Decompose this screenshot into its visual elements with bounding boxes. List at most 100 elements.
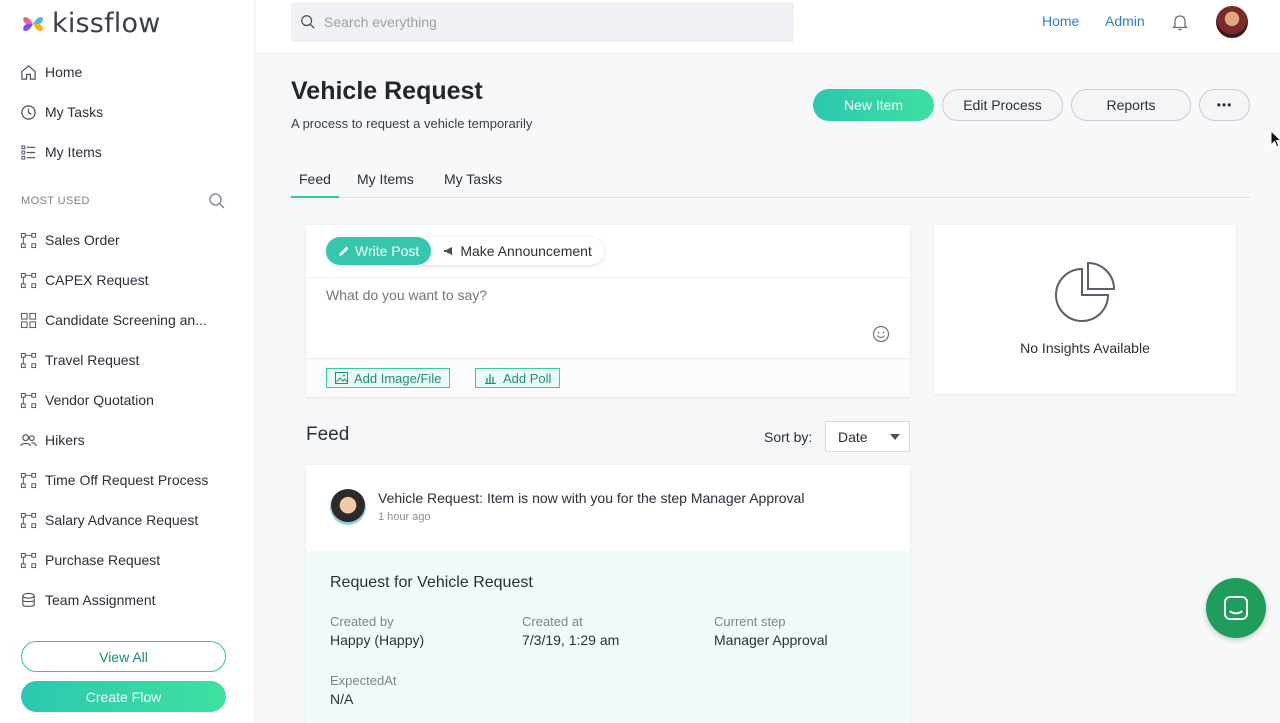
pie-chart-icon	[1055, 261, 1116, 322]
search-icon	[301, 15, 315, 29]
expected-at-label: ExpectedAt	[330, 673, 397, 688]
chat-icon	[1224, 596, 1248, 620]
process-icon	[20, 392, 37, 408]
created-by-value: Happy (Happy)	[330, 632, 425, 648]
expected-at-value: N/A	[330, 691, 354, 707]
mouse-cursor-icon	[1270, 130, 1280, 148]
sidebar-item-vendor-quotation[interactable]: Vendor Quotation	[20, 389, 154, 411]
sidebar-item-label: Travel Request	[45, 352, 140, 368]
sidebar-item-team-assignment[interactable]: Team Assignment	[20, 589, 156, 611]
sidebar-item-candidate-screening[interactable]: Candidate Screening an...	[20, 309, 207, 331]
search-icon[interactable]	[208, 192, 226, 210]
add-poll-label: Add Poll	[503, 370, 552, 386]
feed-item[interactable]: Vehicle Request: Item is now with you fo…	[306, 465, 910, 723]
post-type-toggle: Write Post Make Announcement	[326, 237, 604, 265]
page-subtitle: A process to request a vehicle temporari…	[291, 116, 533, 131]
detail-title: Request for Vehicle Request	[330, 574, 533, 591]
new-item-button[interactable]: New Item	[813, 89, 934, 121]
feed-message[interactable]: Vehicle Request: Item is now with you fo…	[378, 490, 804, 506]
sidebar-item-label: Sales Order	[45, 232, 120, 248]
sidebar-item-label: Team Assignment	[45, 592, 156, 608]
sidebar-item-label: Home	[45, 64, 83, 80]
sidebar: kissflow Home My Tasks My Items MOST USE…	[0, 0, 255, 723]
sidebar-item-capex-request[interactable]: CAPEX Request	[20, 269, 149, 291]
tab-my-items[interactable]: My Items	[357, 171, 414, 198]
created-at-value: 7/3/19, 1:29 am	[522, 632, 620, 648]
feed-heading: Feed	[306, 424, 350, 445]
process-icon	[20, 512, 37, 528]
sidebar-item-label: My Items	[45, 144, 102, 160]
process-icon	[20, 352, 37, 368]
current-step-value: Manager Approval	[714, 632, 828, 648]
process-tabs: Feed My Items My Tasks	[291, 168, 1250, 198]
tab-my-tasks[interactable]: My Tasks	[444, 171, 502, 198]
sidebar-item-travel-request[interactable]: Travel Request	[20, 349, 139, 371]
process-icon	[20, 232, 37, 248]
current-step-label: Current step	[714, 614, 786, 629]
bell-icon[interactable]	[1170, 12, 1190, 32]
chat-launcher-button[interactable]	[1206, 578, 1266, 638]
created-at-label: Created at	[522, 614, 583, 629]
megaphone-icon	[444, 247, 453, 255]
sidebar-item-hikers[interactable]: Hikers	[20, 429, 85, 451]
add-poll-button[interactable]: Add Poll	[475, 368, 561, 388]
grid-icon	[20, 312, 37, 328]
top-link-admin[interactable]: Admin	[1105, 13, 1145, 29]
process-icon	[20, 272, 37, 288]
sidebar-item-label: Candidate Screening an...	[45, 312, 207, 328]
sidebar-item-home[interactable]: Home	[20, 61, 82, 83]
process-icon	[20, 472, 37, 488]
image-icon	[335, 372, 348, 384]
reports-button[interactable]: Reports	[1071, 89, 1191, 121]
emoji-icon[interactable]	[872, 325, 890, 343]
write-post-label: Write Post	[355, 243, 420, 259]
sidebar-item-label: Time Off Request Process	[45, 472, 209, 488]
post-text-input[interactable]	[326, 287, 866, 303]
tab-feed[interactable]: Feed	[291, 171, 339, 198]
add-image-file-button[interactable]: Add Image/File	[326, 368, 451, 388]
sidebar-item-label: CAPEX Request	[45, 272, 149, 288]
sidebar-item-label: Hikers	[45, 432, 85, 448]
list-icon	[21, 144, 36, 160]
top-bar: Home Admin	[256, 0, 1280, 52]
kissflow-logo[interactable]: kissflow	[20, 8, 160, 39]
sort-dropdown[interactable]: Date	[825, 421, 910, 452]
sidebar-item-salary-advance[interactable]: Salary Advance Request	[20, 509, 198, 531]
user-avatar[interactable]	[1214, 4, 1250, 40]
avatar[interactable]	[330, 489, 366, 525]
edit-process-button[interactable]: Edit Process	[942, 89, 1063, 121]
sidebar-item-purchase-request[interactable]: Purchase Request	[20, 549, 160, 571]
chevron-down-icon	[890, 434, 900, 440]
top-link-home[interactable]: Home	[1042, 13, 1079, 29]
bar-chart-icon	[485, 374, 496, 384]
sort-by-label: Sort by:	[764, 429, 813, 445]
home-icon	[21, 64, 36, 80]
global-search[interactable]	[291, 2, 794, 42]
sidebar-item-label: Salary Advance Request	[45, 512, 199, 528]
divider	[306, 277, 910, 278]
created-by-label: Created by	[330, 614, 394, 629]
sidebar-item-sales-order[interactable]: Sales Order	[20, 229, 120, 251]
view-all-button[interactable]: View All	[21, 641, 226, 672]
main-content: Vehicle Request A process to request a v…	[256, 52, 1280, 723]
make-announcement-tab[interactable]: Make Announcement	[431, 237, 604, 265]
post-composer: Write Post Make Announcement Add Image/F…	[306, 225, 910, 397]
sidebar-item-label: Purchase Request	[45, 552, 161, 568]
insights-panel: No Insights Available	[934, 225, 1236, 394]
sort-value: Date	[838, 428, 868, 445]
post-actions: Add Image/File Add Poll	[306, 358, 910, 397]
page-title: Vehicle Request	[291, 77, 483, 105]
brand-name: kissflow	[52, 8, 161, 39]
write-post-tab[interactable]: Write Post	[326, 237, 432, 265]
most-used-heading: MOST USED	[21, 195, 90, 207]
more-options-button[interactable]: •••	[1199, 89, 1250, 121]
search-input[interactable]	[324, 14, 764, 30]
feed-item-details: Request for Vehicle Request Created by H…	[306, 551, 910, 723]
create-flow-button[interactable]: Create Flow	[21, 681, 226, 712]
make-announcement-label: Make Announcement	[460, 243, 592, 259]
sidebar-item-my-items[interactable]: My Items	[20, 141, 102, 163]
sidebar-item-time-off-request[interactable]: Time Off Request Process	[20, 469, 208, 491]
sidebar-item-my-tasks[interactable]: My Tasks	[20, 101, 103, 123]
feed-timestamp: 1 hour ago	[378, 511, 431, 523]
pencil-icon	[339, 246, 349, 256]
